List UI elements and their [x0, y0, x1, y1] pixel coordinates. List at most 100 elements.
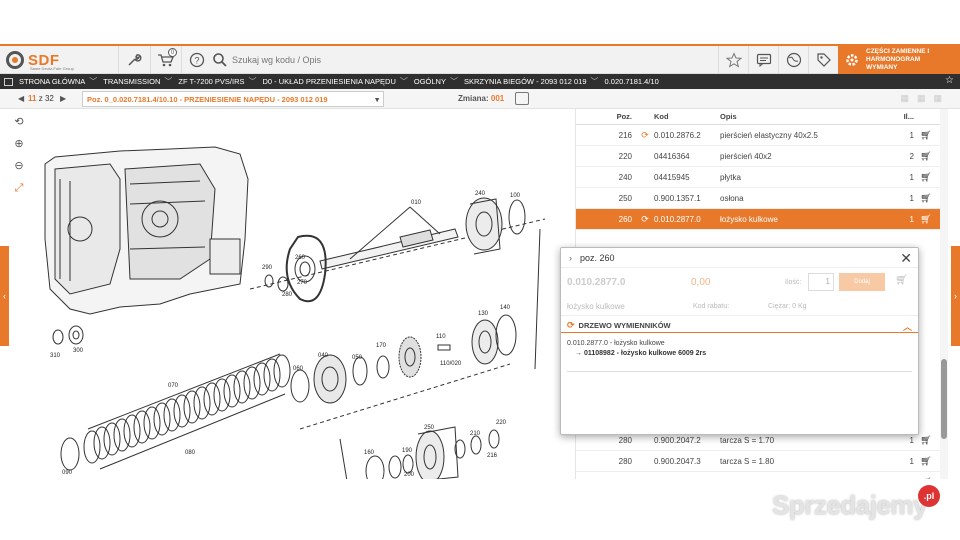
row-opis: tarcza S = 1.60: [720, 478, 892, 480]
label-100: 100: [510, 193, 521, 199]
window-icon[interactable]: [4, 77, 13, 86]
row-pos: 280: [576, 478, 632, 480]
row-qty: 1: [909, 130, 914, 140]
chevron-down-icon[interactable]: ﹀: [249, 76, 257, 87]
row-opis: pierścień 40x2: [720, 151, 772, 161]
replacement-tree-header[interactable]: ⟳ DRZEWO WYMIENNIKÓW ︿: [561, 319, 918, 333]
breadcrumb-gearbox[interactable]: SKRZYNIA BIEGÓW - 2093 012 019: [464, 77, 587, 86]
col-kod: Kod: [654, 112, 669, 121]
chevron-down-icon[interactable]: ﹀: [450, 76, 458, 87]
exploded-drawing[interactable]: ⟲ ⊕ ⊖ ⤢ 010 240 100 260 270 290 280 310 …: [0, 109, 575, 479]
close-icon[interactable]: ✕: [900, 250, 912, 267]
label-050: 050: [352, 355, 363, 361]
popup-part-name: łożysko kulkowe: [567, 302, 625, 311]
message-icon[interactable]: [748, 46, 778, 74]
cart-icon[interactable]: 🛒︎: [914, 435, 938, 446]
tag-icon[interactable]: [808, 46, 838, 74]
table-row[interactable]: 220 04416364 pierścień 40x2 2 🛒︎: [576, 146, 940, 167]
row-qty: 2: [909, 151, 914, 161]
search-box[interactable]: [212, 49, 372, 71]
cart-icon[interactable]: 🛒︎: [914, 456, 938, 467]
chevron-up-icon[interactable]: ︿: [903, 320, 912, 333]
star-icon[interactable]: [718, 46, 748, 74]
search-input[interactable]: [232, 50, 362, 70]
row-opis: osłona: [720, 193, 744, 203]
cart-icon[interactable]: 🛒︎: [914, 214, 938, 225]
table-row[interactable]: 260 ⟳ 0.010.2877.0 łożysko kulkowe 1 🛒︎: [576, 209, 940, 230]
breadcrumb-drawing[interactable]: 0.020.7181.4/10: [605, 77, 659, 86]
next-page-icon[interactable]: ▶: [60, 94, 66, 103]
watermark: Sprzedajemy: [772, 490, 927, 520]
chevron-down-icon[interactable]: ﹀: [591, 76, 599, 87]
chevron-down-icon[interactable]: ﹀: [400, 76, 408, 87]
part-popup: › poz. 260 ✕ 0.010.2877.0 0,00 Ilość: 1 …: [560, 247, 919, 435]
help-icon[interactable]: ?: [181, 46, 211, 74]
scroll-thumb[interactable]: [941, 359, 947, 439]
app-window: SDF Same Deutz-Fahr Group 0 ? Szukaj wg …: [0, 44, 960, 479]
breadcrumb-group[interactable]: D0 - UKŁAD PRZENIESIENIA NAPĘDU: [263, 77, 396, 86]
cart-icon[interactable]: 🛒︎: [914, 477, 938, 480]
cart-icon[interactable]: 🛒︎: [914, 130, 938, 141]
chevron-down-icon[interactable]: ﹀: [89, 76, 97, 87]
label-010: 010: [411, 200, 422, 206]
table-row[interactable]: 280 0.900.2047.1tarcza S = 1.601🛒︎: [576, 472, 940, 480]
breadcrumb-home[interactable]: STRONA GŁÓWNA: [19, 77, 85, 86]
row-kod: 04415945: [654, 172, 690, 182]
label-040: 040: [318, 353, 329, 359]
label-130: 130: [478, 311, 489, 317]
globe-icon[interactable]: [778, 46, 808, 74]
prev-drawing-button[interactable]: ‹: [0, 246, 9, 346]
favorite-star-icon[interactable]: ☆: [945, 75, 954, 86]
search-icon[interactable]: [212, 52, 228, 68]
row-qty: 1: [909, 214, 914, 224]
pager: 11 z 32: [28, 94, 54, 103]
col-opis: Opis: [720, 112, 737, 121]
popup-title: › poz. 260: [561, 248, 918, 268]
cart-icon[interactable]: 🛒︎: [914, 151, 938, 162]
table-row[interactable]: 280 0.900.2047.3 tarcza S = 1.80 1 🛒︎: [576, 451, 940, 472]
table-row[interactable]: 250 0.900.1357.1 osłona 1 🛒︎: [576, 188, 940, 209]
cart-icon[interactable]: 🛒︎: [914, 172, 938, 183]
quantity-label: Ilość:: [785, 279, 802, 286]
table-scrollbar[interactable]: [940, 109, 948, 479]
label-160: 160: [364, 450, 375, 456]
chevron-right-icon[interactable]: ›: [569, 253, 572, 263]
row-kod: 0.900.1357.1: [654, 193, 701, 203]
row-qty: 1: [909, 456, 914, 466]
row-pos: 220: [618, 151, 632, 161]
add-to-cart-button[interactable]: Dodaj: [839, 273, 885, 291]
popup-price-row: 0.010.2877.0 0,00 Ilość: 1 Dodaj 🛒︎: [561, 268, 918, 298]
cart-icon[interactable]: 🛒︎: [914, 193, 938, 204]
table-row[interactable]: 216 ⟳ 0.010.2876.2 pierścień elastyczny 40x…: [576, 125, 940, 146]
tree-child-item[interactable]: → 01108982 - łożysko kulkowe 6009 2rs: [567, 349, 912, 359]
col-il: Il...: [903, 112, 914, 121]
quantity-input[interactable]: 1: [808, 273, 834, 291]
label-220: 220: [496, 420, 507, 426]
breadcrumb: STRONA GŁÓWNA ﹀ TRANSMISSION ﹀ ZF T-7200…: [0, 74, 960, 89]
row-pos: 216: [618, 130, 632, 140]
label-300: 300: [73, 348, 84, 354]
wrench-icon[interactable]: [118, 46, 148, 74]
logo[interactable]: SDF Same Deutz-Fahr Group: [6, 48, 116, 72]
drawing-svg: 010 240 100 260 270 290 280 310 300 070 …: [44, 146, 546, 479]
cart-button[interactable]: 0: [150, 46, 180, 74]
next-drawing-button[interactable]: ›: [951, 246, 960, 346]
breadcrumb-transmission[interactable]: TRANSMISSION: [103, 77, 160, 86]
cart-icon[interactable]: 🛒︎: [895, 275, 908, 286]
label-210: 210: [470, 431, 481, 437]
prev-page-icon[interactable]: ◀: [18, 94, 24, 103]
label-250: 250: [424, 425, 435, 431]
toolbar-right-icons: ▦▦▦: [900, 93, 950, 103]
print-icon[interactable]: [515, 92, 529, 105]
spare-parts-menu[interactable]: CZĘŚCI ZAMIENNE I HARMONOGRAM WYMIANY: [838, 46, 960, 74]
chevron-down-icon[interactable]: ﹀: [164, 76, 172, 87]
row-qty: 1: [909, 193, 914, 203]
col-pos: Poz.: [616, 112, 632, 121]
label-110-020: 110/020: [440, 361, 462, 367]
breadcrumb-general[interactable]: OGÓLNY: [414, 77, 446, 86]
position-select[interactable]: Poz. 0_0.020.7181.4/10.10 - PRZENIESIENI…: [82, 91, 384, 107]
discount-code-label: Kod rabatu:: [693, 303, 730, 310]
table-row[interactable]: 240 04415945 płytka 1 🛒︎: [576, 167, 940, 188]
breadcrumb-model[interactable]: ZF T-7200 PVS/IRS: [178, 77, 244, 86]
label-140: 140: [500, 305, 511, 311]
